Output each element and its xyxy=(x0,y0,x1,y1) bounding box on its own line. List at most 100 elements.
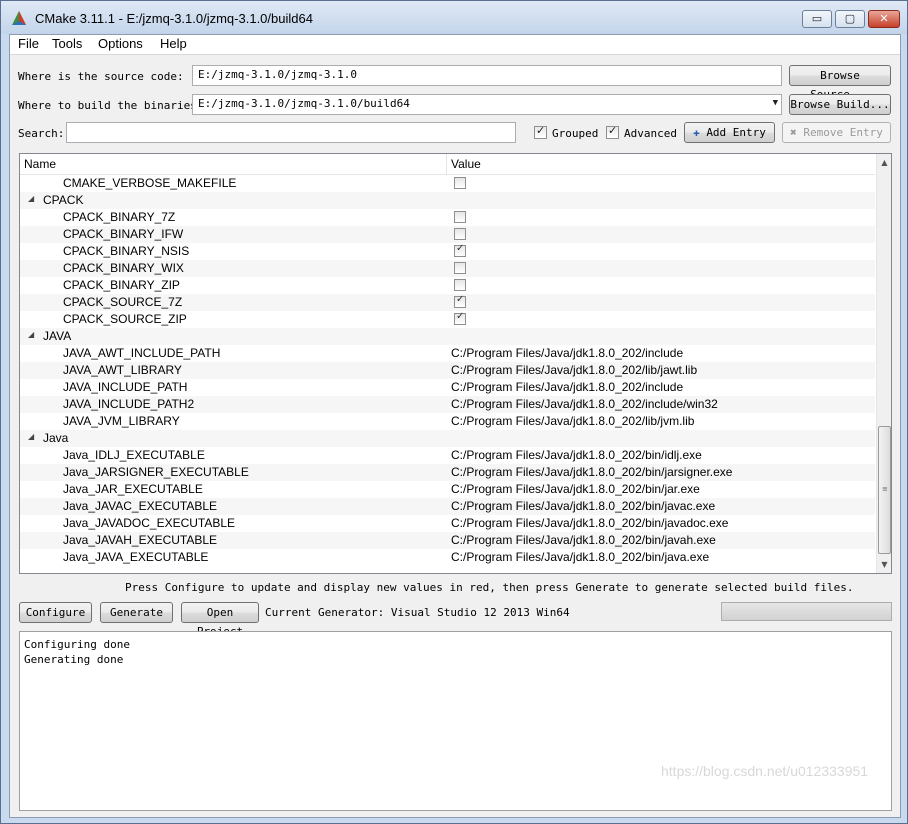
table-row[interactable]: Java_JAVAH_EXECUTABLE C:/Program Files/Ja… xyxy=(20,532,875,549)
value-checkbox[interactable] xyxy=(454,177,466,189)
advanced-checkbox[interactable]: ✓ xyxy=(606,124,619,139)
entry-name: Java_JAVAH_EXECUTABLE xyxy=(63,533,218,547)
table-row[interactable]: Java_JAR_EXECUTABLE C:/Program Files/Java… xyxy=(20,481,875,498)
menu-help[interactable]: Help xyxy=(160,36,187,51)
table-row[interactable]: CPACK_SOURCE_ZIP ✓ xyxy=(20,311,875,328)
column-name[interactable]: Name xyxy=(24,157,56,171)
entry-value[interactable]: C:/Program Files/Java/jdk1.8.0_202/lib/j… xyxy=(451,414,694,428)
expand-triangle-icon[interactable]: ◢ xyxy=(28,432,34,441)
maximize-icon: ▢ xyxy=(844,12,856,25)
entry-name: CPACK_SOURCE_7Z xyxy=(63,295,183,309)
scrollbar-thumb[interactable]: ≡ xyxy=(878,426,891,554)
close-button[interactable]: ✕ xyxy=(868,10,900,28)
column-value[interactable]: Value xyxy=(451,157,481,171)
table-row[interactable]: CPACK_SOURCE_7Z ✓ xyxy=(20,294,875,311)
entry-value[interactable]: C:/Program Files/Java/jdk1.8.0_202/inclu… xyxy=(451,397,718,411)
table-row[interactable]: Java_IDLJ_EXECUTABLE C:/Program Files/Jav… xyxy=(20,447,875,464)
group-row[interactable]: ◢ CPACK xyxy=(20,192,875,209)
entry-value[interactable]: C:/Program Files/Java/jdk1.8.0_202/bin/j… xyxy=(451,516,728,530)
entry-value[interactable]: C:/Program Files/Java/jdk1.8.0_202/lib/j… xyxy=(451,363,697,377)
value-checkbox[interactable] xyxy=(454,228,466,240)
value-checkbox[interactable] xyxy=(454,211,466,223)
chevron-down-icon[interactable]: ▼ xyxy=(773,98,778,108)
check-icon: ✓ xyxy=(456,243,465,254)
table-row[interactable]: CPACK_BINARY_ZIP xyxy=(20,277,875,294)
table-row[interactable]: JAVA_INCLUDE_PATH C:/Program Files/Java/j… xyxy=(20,379,875,396)
value-checkbox[interactable]: ✓ xyxy=(454,243,466,257)
entry-name: CPACK_BINARY_WIX xyxy=(63,261,184,275)
output-log[interactable]: Configuring done Generating done xyxy=(19,631,892,811)
group-name: Java xyxy=(43,431,69,445)
scroll-up-icon[interactable]: ▲ xyxy=(877,154,891,171)
entry-value[interactable]: C:/Program Files/Java/jdk1.8.0_202/bin/j… xyxy=(451,533,716,547)
group-row[interactable]: ◢ Java xyxy=(20,430,875,447)
minimize-icon: ▭ xyxy=(811,12,823,25)
entry-name: Java_JARSIGNER_EXECUTABLE xyxy=(63,465,249,479)
entry-name: CPACK_BINARY_NSIS xyxy=(63,244,190,258)
vertical-scrollbar[interactable]: ▲ ≡ ▼ xyxy=(876,154,891,573)
add-entry-button[interactable]: ✚ Add Entry xyxy=(684,122,775,143)
entry-value[interactable]: C:/Program Files/Java/jdk1.8.0_202/inclu… xyxy=(451,346,683,360)
cache-table[interactable]: Name Value CMAKE_VERBOSE_MAKEFILE ◢ CPACK C… xyxy=(19,153,892,574)
configure-button[interactable]: Configure xyxy=(19,602,92,623)
table-row[interactable]: Java_JAVA_EXECUTABLE C:/Program Files/Jav… xyxy=(20,549,875,566)
menu-file[interactable]: File xyxy=(18,36,39,51)
build-path-combo[interactable]: E:/jzmq-3.1.0/jzmq-3.1.0/build64 ▼ xyxy=(192,94,782,115)
maximize-button[interactable]: ▢ xyxy=(835,10,865,28)
title-bar[interactable]: CMake 3.11.1 - E:/jzmq-3.1.0/jzmq-3.1.0/… xyxy=(1,1,907,34)
open-project-button[interactable]: Open Project xyxy=(181,602,259,638)
generate-button[interactable]: Generate xyxy=(100,602,173,623)
build-path-value: E:/jzmq-3.1.0/jzmq-3.1.0/build64 xyxy=(198,97,410,110)
search-label: Search: xyxy=(18,127,65,140)
entry-value[interactable]: C:/Program Files/Java/jdk1.8.0_202/inclu… xyxy=(451,380,683,394)
table-row[interactable]: Java_JARSIGNER_EXECUTABLE C:/Program File… xyxy=(20,464,875,481)
table-row[interactable]: CPACK_BINARY_7Z xyxy=(20,209,875,226)
entry-name: CPACK_SOURCE_ZIP xyxy=(63,312,187,326)
grip-icon: ≡ xyxy=(882,485,888,493)
column-divider[interactable] xyxy=(446,154,447,175)
table-row[interactable]: Java_JAVADOC_EXECUTABLE C:/Program Files/… xyxy=(20,515,875,532)
window-title: CMake 3.11.1 - E:/jzmq-3.1.0/jzmq-3.1.0/… xyxy=(35,11,313,26)
search-input[interactable] xyxy=(66,122,516,143)
grouped-checkbox[interactable]: ✓ xyxy=(534,124,547,139)
entry-value[interactable]: C:/Program Files/Java/jdk1.8.0_202/bin/j… xyxy=(451,550,709,564)
entry-value[interactable]: C:/Program Files/Java/jdk1.8.0_202/bin/j… xyxy=(451,499,715,513)
check-icon: ✓ xyxy=(456,294,465,305)
table-row[interactable]: CMAKE_VERBOSE_MAKEFILE xyxy=(20,175,875,192)
entry-value[interactable]: C:/Program Files/Java/jdk1.8.0_202/bin/i… xyxy=(451,448,702,462)
remove-entry-button[interactable]: ✖ Remove Entry xyxy=(782,122,891,143)
progress-bar xyxy=(721,602,892,621)
browse-source-button[interactable]: Browse Source... xyxy=(789,65,891,101)
table-row[interactable]: CPACK_BINARY_IFW xyxy=(20,226,875,243)
expand-triangle-icon[interactable]: ◢ xyxy=(28,194,34,203)
group-name: JAVA xyxy=(43,329,72,343)
entry-value[interactable]: C:/Program Files/Java/jdk1.8.0_202/bin/j… xyxy=(451,482,700,496)
value-checkbox[interactable] xyxy=(454,279,466,291)
browse-build-button[interactable]: Browse Build... xyxy=(789,94,891,115)
group-row[interactable]: ◢ JAVA xyxy=(20,328,875,345)
value-checkbox[interactable]: ✓ xyxy=(454,311,466,325)
close-icon: ✕ xyxy=(879,12,889,25)
menu-options[interactable]: Options xyxy=(98,36,143,51)
entry-name: Java_JAVADOC_EXECUTABLE xyxy=(63,516,236,530)
table-row[interactable]: CPACK_BINARY_WIX xyxy=(20,260,875,277)
value-checkbox[interactable]: ✓ xyxy=(454,294,466,308)
remove-icon: ✖ xyxy=(790,126,797,139)
table-row[interactable]: CPACK_BINARY_NSIS ✓ xyxy=(20,243,875,260)
table-row[interactable]: Java_JAVAC_EXECUTABLE C:/Program Files/Ja… xyxy=(20,498,875,515)
entry-name: JAVA_JVM_LIBRARY xyxy=(63,414,180,428)
grouped-label: Grouped xyxy=(552,127,599,140)
entry-value[interactable]: C:/Program Files/Java/jdk1.8.0_202/bin/j… xyxy=(451,465,732,479)
entry-name: Java_JAVAC_EXECUTABLE xyxy=(63,499,218,513)
source-path-input[interactable]: E:/jzmq-3.1.0/jzmq-3.1.0 xyxy=(192,65,782,86)
expand-triangle-icon[interactable]: ◢ xyxy=(28,330,34,339)
table-row[interactable]: JAVA_JVM_LIBRARY C:/Program Files/Java/jd… xyxy=(20,413,875,430)
menu-bar: File Tools Options Help xyxy=(10,35,900,54)
table-row[interactable]: JAVA_AWT_LIBRARY C:/Program Files/Java/jd… xyxy=(20,362,875,379)
minimize-button[interactable]: ▭ xyxy=(802,10,832,28)
table-row[interactable]: JAVA_AWT_INCLUDE_PATH C:/Program Files/Ja… xyxy=(20,345,875,362)
value-checkbox[interactable] xyxy=(454,262,466,274)
table-row[interactable]: JAVA_INCLUDE_PATH2 C:/Program Files/Java/… xyxy=(20,396,875,413)
scroll-down-icon[interactable]: ▼ xyxy=(877,556,891,573)
menu-tools[interactable]: Tools xyxy=(52,36,82,51)
